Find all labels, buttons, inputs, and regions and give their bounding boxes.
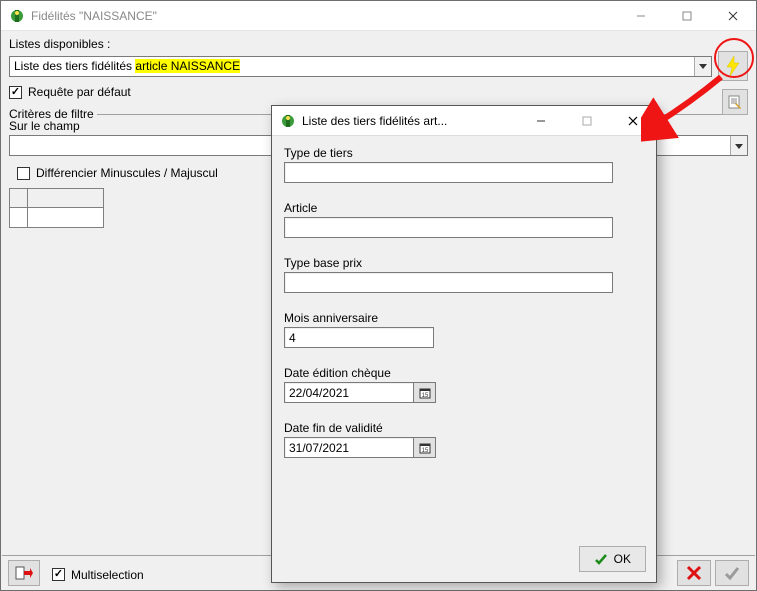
requete-defaut-checkbox[interactable] [9,86,22,99]
date-fin-calendar-button[interactable]: 15 [414,437,436,458]
params-dialog: Liste des tiers fidélités art... Type de… [271,105,657,583]
edit-list-button[interactable] [722,89,748,115]
requete-defaut-label: Requête par défaut [28,85,131,99]
date-edition-input[interactable] [284,382,414,403]
dialog-close-button[interactable] [610,106,656,136]
dialog-app-icon [280,113,296,129]
diff-case-label: Différencier Minuscules / Majuscul [36,166,218,180]
champ-combo-button[interactable] [730,136,747,155]
listes-combo[interactable]: Liste des tiers fidélités article NAISSA… [9,56,712,77]
combo-highlight: article NAISSANCE [135,59,240,73]
results-grid[interactable] [9,188,104,228]
ok-button[interactable]: OK [579,546,646,572]
dialog-minimize-button[interactable] [518,106,564,136]
type-tiers-input[interactable] [284,162,613,183]
minimize-button[interactable] [618,1,664,31]
date-fin-input[interactable] [284,437,414,458]
close-button[interactable] [710,1,756,31]
date-edition-calendar-button[interactable]: 15 [414,382,436,403]
mois-anniv-input[interactable] [284,327,434,348]
dialog-titlebar: Liste des tiers fidélités art... [272,106,656,136]
type-base-prix-input[interactable] [284,272,613,293]
article-input[interactable] [284,217,613,238]
combo-dropdown-button[interactable] [694,57,711,76]
main-titlebar: Fidélités "NAISSANCE" [1,1,756,31]
dialog-title: Liste des tiers fidélités art... [302,114,518,128]
cancel-button[interactable] [677,560,711,586]
multiselection-checkbox[interactable] [52,568,65,581]
svg-text:15: 15 [421,393,428,399]
calendar-icon: 15 [419,442,431,454]
app-icon [9,8,25,24]
listes-combo-text: Liste des tiers fidélités article NAISSA… [10,59,694,73]
export-button[interactable] [8,560,40,586]
main-title: Fidélités "NAISSANCE" [31,9,618,23]
diff-case-checkbox[interactable] [17,167,30,180]
type-base-prix-label: Type base prix [284,256,644,270]
execute-button[interactable] [718,51,748,81]
listes-label: Listes disponibles : [9,37,748,51]
type-tiers-label: Type de tiers [284,146,644,160]
combo-prefix: Liste des tiers fidélités [14,59,135,73]
ok-label: OK [614,552,631,566]
calendar-icon: 15 [419,387,431,399]
maximize-button[interactable] [664,1,710,31]
article-label: Article [284,201,644,215]
confirm-button[interactable] [715,560,749,586]
check-icon [594,552,608,566]
dialog-maximize-button[interactable] [564,106,610,136]
multiselection-label: Multiselection [71,568,144,582]
date-edition-label: Date édition chèque [284,366,644,380]
svg-text:15: 15 [421,448,428,454]
mois-anniv-label: Mois anniversaire [284,311,644,325]
date-fin-label: Date fin de validité [284,421,644,435]
